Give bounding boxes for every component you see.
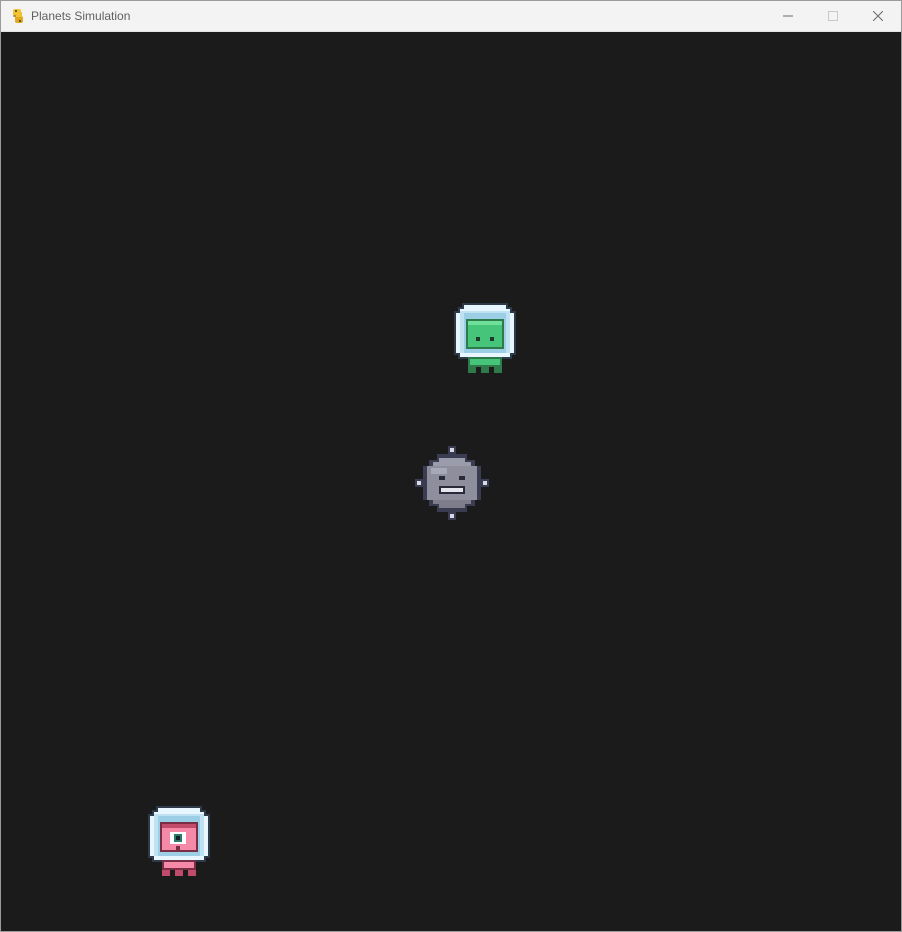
close-icon [873,11,883,21]
window-title: Planets Simulation [31,9,131,23]
app-window: Planets Simulation [0,0,902,932]
close-button[interactable] [855,1,901,31]
pink-cyclops-alien-astronaut [148,806,210,876]
python-icon [10,8,26,24]
gray-planet-face [415,446,489,520]
minimize-icon [783,11,793,21]
maximize-button[interactable] [810,1,856,31]
simulation-canvas[interactable] [1,32,901,931]
minimize-button[interactable] [765,1,811,31]
green-alien-astronaut [454,303,516,373]
title-bar[interactable]: Planets Simulation [1,1,901,32]
maximize-icon [828,11,838,21]
